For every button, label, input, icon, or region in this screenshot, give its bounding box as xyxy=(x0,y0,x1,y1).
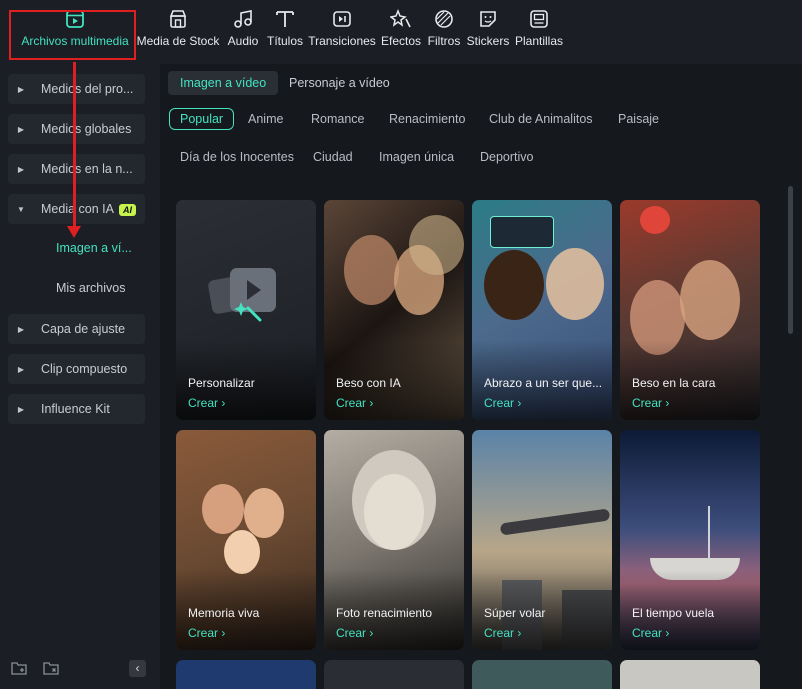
category-single-image[interactable]: Imagen única xyxy=(369,146,464,168)
create-link[interactable]: Crear › xyxy=(336,396,373,410)
toolbar-templates-label: Plantillas xyxy=(514,34,564,48)
sidebar-item-adjustment-layer[interactable]: ▶ Capa de ajuste xyxy=(8,314,145,344)
template-card-renaissance-photo[interactable]: Foto renacimiento Crear › xyxy=(324,430,464,650)
highlight-box xyxy=(9,10,136,60)
ai-image-video-icon xyxy=(208,268,276,322)
sidebar-item-influence-kit[interactable]: ▶ Influence Kit xyxy=(8,394,145,424)
create-link[interactable]: Crear › xyxy=(484,626,521,640)
expand-arrow-icon: ▶ xyxy=(17,124,25,134)
annotation-arrow-head xyxy=(67,226,81,238)
expand-arrow-icon: ▶ xyxy=(17,364,25,374)
transition-icon xyxy=(333,11,351,27)
collapse-sidebar-button[interactable]: ‹ xyxy=(129,660,146,677)
create-link[interactable]: Crear › xyxy=(188,396,225,410)
template-card-time-flies[interactable]: El tiempo vuela Crear › xyxy=(620,430,760,650)
template-card-super-fly[interactable]: Súper volar Crear › xyxy=(472,430,612,650)
category-fools-day[interactable]: Día de los Inocentes xyxy=(170,146,304,168)
category-animal-club[interactable]: Club de Animalitos xyxy=(479,108,603,130)
sidebar-item-label: Media con IA AI xyxy=(41,202,136,216)
template-card-partial[interactable] xyxy=(620,660,760,689)
template-card-hug[interactable]: Abrazo a un ser que... Crear › xyxy=(472,200,612,420)
sidebar-item-label: Medios en la n... xyxy=(41,162,133,176)
category-anime[interactable]: Anime xyxy=(238,108,293,130)
chevron-left-icon: ‹ xyxy=(135,661,140,675)
card-title: Beso con IA xyxy=(336,376,401,390)
template-card-partial[interactable] xyxy=(324,660,464,689)
card-title: Abrazo a un ser que... xyxy=(484,376,603,390)
toolbar-titles-label: Títulos xyxy=(266,34,303,48)
expand-arrow-icon: ▶ xyxy=(17,84,25,94)
card-title: Foto renacimiento xyxy=(336,606,433,620)
create-link[interactable]: Crear › xyxy=(484,396,521,410)
template-card-partial[interactable] xyxy=(472,660,612,689)
mode-character-to-video[interactable]: Personaje a vídeo xyxy=(277,71,402,95)
text-icon xyxy=(276,11,294,27)
card-title: El tiempo vuela xyxy=(632,606,715,620)
new-folder-icon[interactable] xyxy=(11,660,27,676)
sidebar-item-label: Capa de ajuste xyxy=(41,322,126,336)
sidebar-item-label: Influence Kit xyxy=(41,402,110,416)
category-city[interactable]: Ciudad xyxy=(303,146,363,168)
template-card-living-memory[interactable]: Memoria viva Crear › xyxy=(176,430,316,650)
annotation-arrow xyxy=(73,62,76,230)
category-renaissance[interactable]: Renacimiento xyxy=(379,108,475,130)
expand-arrow-icon: ▶ xyxy=(17,164,25,174)
template-card-cheek-kiss[interactable]: Beso en la cara Crear › xyxy=(620,200,760,420)
create-link[interactable]: Crear › xyxy=(188,626,225,640)
card-title: Súper volar xyxy=(484,606,546,620)
template-card-partial[interactable] xyxy=(176,660,316,689)
category-sports[interactable]: Deportivo xyxy=(470,146,544,168)
sidebar-item-global-media[interactable]: ▶ Medios globales xyxy=(8,114,145,144)
mode-image-to-video[interactable]: Imagen a vídeo xyxy=(168,71,279,95)
expand-arrow-icon: ▶ xyxy=(17,404,25,414)
template-card-ai-kiss[interactable]: Beso con IA Crear › xyxy=(324,200,464,420)
sidebar-item-compound-clip[interactable]: ▶ Clip compuesto xyxy=(8,354,145,384)
card-title: Memoria viva xyxy=(188,606,260,620)
template-card-customize[interactable]: Personalizar Crear › xyxy=(176,200,316,420)
scrollbar[interactable] xyxy=(788,186,793,334)
sidebar-item-project-media[interactable]: ▶ Medios del pro... xyxy=(8,74,145,104)
card-title: Beso en la cara xyxy=(632,376,716,390)
sticker-icon xyxy=(480,11,496,27)
sidebar-subitem-my-files[interactable]: Mis archivos xyxy=(56,281,125,295)
template-icon xyxy=(530,10,548,28)
category-romance[interactable]: Romance xyxy=(301,108,375,130)
expand-arrow-icon: ▶ xyxy=(17,324,25,334)
collapse-arrow-icon: ▼ xyxy=(17,204,25,214)
toolbar-templates-tab[interactable]: Plantillas xyxy=(499,8,579,48)
sidebar-item-label: Medios globales xyxy=(41,122,132,136)
sidebar-item-label: Medios del pro... xyxy=(41,82,134,96)
category-popular[interactable]: Popular xyxy=(169,108,235,130)
create-link[interactable]: Crear › xyxy=(632,626,669,640)
sidebar-item-label: Clip compuesto xyxy=(41,362,128,376)
create-link[interactable]: Crear › xyxy=(336,626,373,640)
create-link[interactable]: Crear › xyxy=(632,396,669,410)
category-landscape[interactable]: Paisaje xyxy=(608,108,669,130)
delete-folder-icon[interactable] xyxy=(43,660,59,676)
sidebar-item-ai-media[interactable]: ▼ Media con IA AI xyxy=(8,194,145,224)
card-title: Personalizar xyxy=(188,376,255,390)
sidebar-subitem-image-to-video[interactable]: Imagen a ví... xyxy=(56,241,132,255)
sidebar-item-cloud-media[interactable]: ▶ Medios en la n... xyxy=(8,154,145,184)
stock-icon xyxy=(169,10,187,28)
ai-badge: AI xyxy=(118,203,136,216)
